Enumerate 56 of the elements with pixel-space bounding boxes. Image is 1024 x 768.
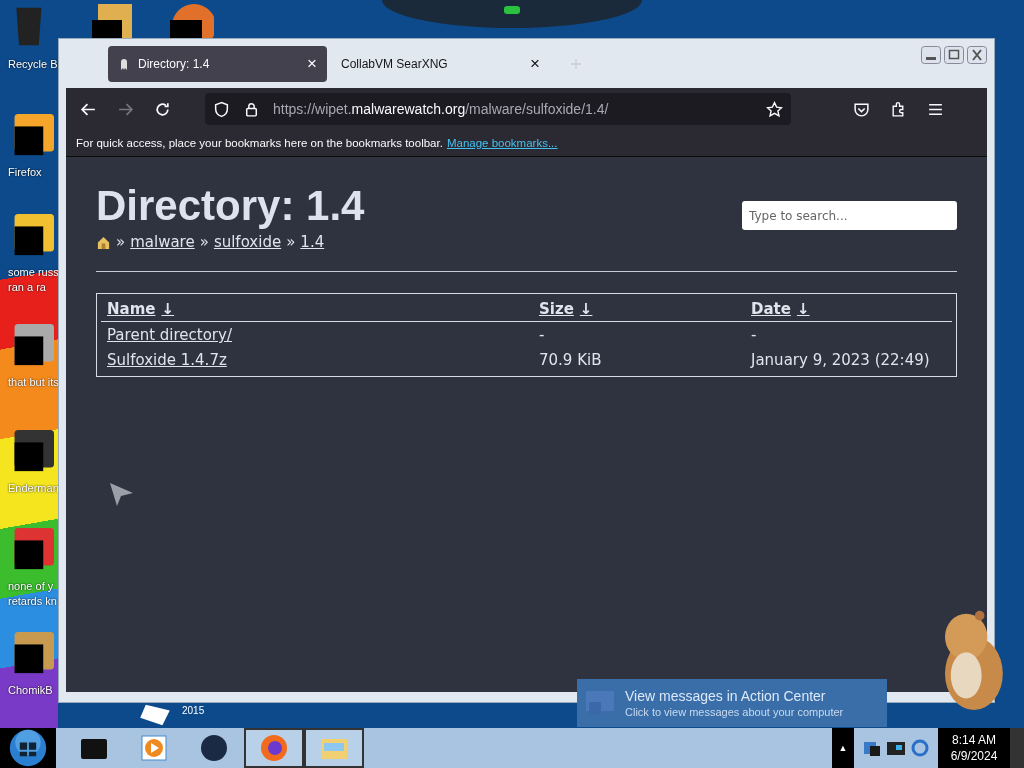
page-heading: Directory: 1.4 [96, 183, 365, 229]
search-field[interactable]: Type to search... [742, 201, 957, 230]
close-tab-button[interactable]: × [307, 53, 317, 74]
close-tab-button[interactable]: × [530, 53, 540, 74]
desktop-icon-label: that but its [8, 375, 59, 390]
breadcrumb-link[interactable]: 1.4 [300, 233, 325, 251]
desktop-icon-label: Enderman [8, 481, 59, 496]
breadcrumb-separator: » [286, 233, 296, 251]
browser-tab[interactable]: CollabVM SearXNG × [331, 45, 550, 82]
desktop-icon-label: ChomikB [8, 683, 53, 698]
home-icon[interactable] [96, 234, 111, 250]
clock[interactable]: 8:14 AM 6/9/2024 [938, 728, 1010, 768]
address-bar[interactable]: https://wipet.malwarewatch.org/malware/sulfoxide/1.4/ [205, 93, 791, 125]
start-button[interactable] [0, 728, 56, 768]
desktop-label: 2015 [182, 705, 205, 717]
maximize-button[interactable] [944, 46, 964, 64]
pocket-icon[interactable] [853, 100, 870, 118]
sort-arrow-link[interactable]: ↓ [796, 300, 810, 318]
app-icon [139, 733, 169, 763]
file-link[interactable]: Sulfoxide 1.4.7z [107, 351, 227, 369]
notification-toast[interactable]: View messages in Action Center Click to view messages about your computer [577, 679, 887, 727]
file-size: 70.9 KiB [539, 351, 602, 369]
file-date: - [751, 326, 757, 344]
star-icon[interactable] [766, 100, 783, 118]
cursor-icon [108, 481, 134, 507]
minimize-button[interactable] [921, 46, 941, 64]
file-date: January 9, 2023 (22:49) [751, 351, 930, 369]
desktop-icon-label: Recycle B [8, 57, 58, 72]
breadcrumb-separator: » [199, 233, 209, 251]
sort-arrow-link[interactable]: ↓ [579, 300, 593, 318]
sort-arrow-link[interactable]: ↓ [161, 300, 175, 318]
file-link[interactable]: Parent directory/ [107, 326, 232, 344]
notification-body: Click to view messages about your computer [625, 706, 844, 718]
app-icon [199, 733, 229, 763]
desktop-icon-label: none of y retards kn [8, 579, 57, 609]
ghost-icon [118, 56, 130, 71]
url-text: https://wipet.malwarewatch.org/malware/sulfoxide/1.4/ [273, 101, 609, 117]
column-header-link[interactable]: Date [751, 300, 791, 318]
manage-bookmarks-link[interactable]: Manage bookmarks... [446, 137, 558, 149]
file-size: - [539, 326, 545, 344]
breadcrumb-link[interactable]: malware [130, 233, 195, 251]
notification-title: View messages in Action Center [625, 688, 827, 704]
column-header-link[interactable]: Size [539, 300, 574, 318]
taskbar-app-button[interactable] [304, 728, 364, 768]
close-button[interactable] [967, 46, 987, 64]
lock-icon[interactable] [243, 100, 260, 118]
desktop-icon-label: Firefox [8, 165, 42, 180]
reload-icon[interactable] [154, 100, 171, 118]
shield-icon[interactable] [213, 100, 230, 118]
taskbar-app-button[interactable] [244, 728, 304, 768]
column-header-link[interactable]: Name [107, 300, 156, 318]
breadcrumb-separator: » [116, 233, 126, 251]
app-icon [259, 733, 289, 763]
browser-tab[interactable]: Directory: 1.4 × [108, 45, 327, 82]
breadcrumb-link[interactable]: sulfoxide [213, 233, 282, 251]
bookmarks-hint: For quick access, place your bookmarks here on the bookmarks toolbar. [76, 137, 443, 149]
